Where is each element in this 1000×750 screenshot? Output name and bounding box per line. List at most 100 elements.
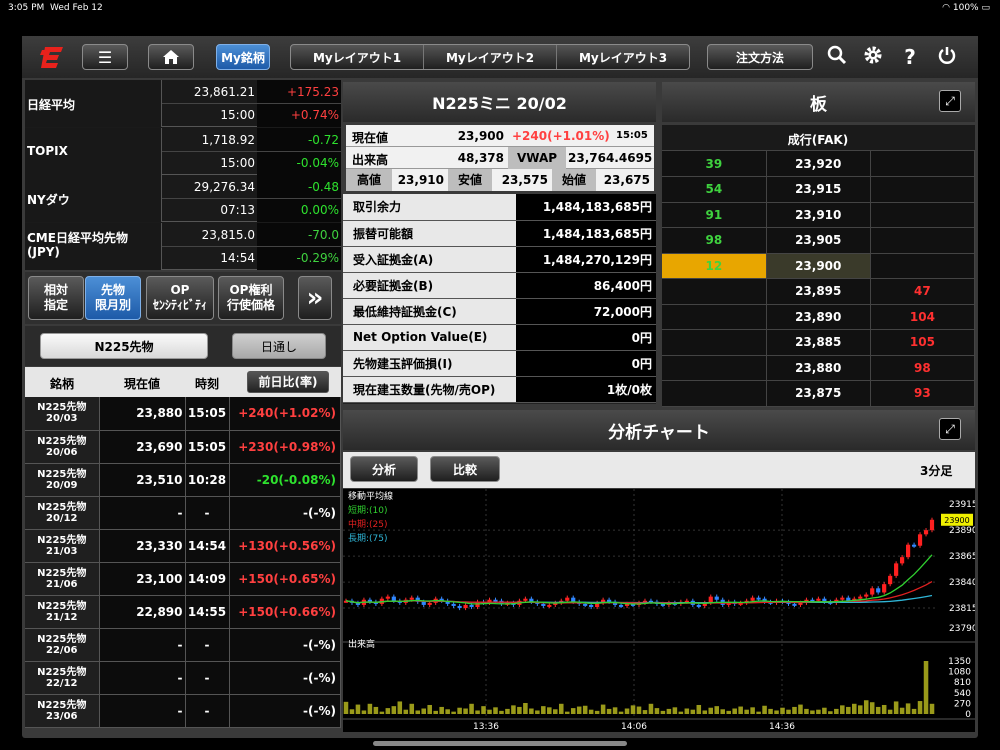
board-sell-qty: 39 (662, 151, 767, 177)
margin-value: 72,000円 (515, 298, 656, 325)
ma-title: 移動平均線 (348, 490, 393, 502)
volume-bar (738, 706, 743, 714)
help-icon[interactable]: ? (897, 45, 923, 71)
candle-body (894, 563, 899, 576)
candle-body (589, 604, 594, 607)
price-tick: 23840 (949, 578, 975, 588)
board-row[interactable]: 54 23,915 (662, 176, 976, 203)
table-row[interactable]: N225先物 20/09 23,510 10:28 -20(-0.08%) (25, 463, 341, 497)
volume-bar (834, 708, 839, 714)
candle-body (547, 604, 552, 607)
time-tick: 14:36 (769, 722, 795, 732)
volume-bar (547, 707, 552, 714)
future-change: -(-%) (229, 661, 341, 695)
table-row[interactable]: N225先物 21/06 23,100 14:09 +150(+0.65%) (25, 562, 341, 596)
table-row[interactable]: N225先物 20/06 23,690 15:05 +230(+0.98%) (25, 430, 341, 464)
volume-bar (816, 709, 821, 714)
board-row[interactable]: 91 23,910 (662, 202, 976, 228)
session-toggle[interactable]: 日通し (232, 333, 326, 359)
table-row[interactable]: N225先物 21/12 22,890 14:55 +150(+0.66%) (25, 595, 341, 629)
filter-button[interactable]: 先物 限月別 (85, 276, 141, 320)
table-row[interactable]: N225先物 23/06- - -(-%) (25, 694, 341, 728)
volume-bar (403, 709, 409, 714)
gear-icon[interactable] (860, 45, 886, 71)
future-symbol: N225先物 20/12 (25, 496, 100, 530)
open-value: 23,675 (603, 173, 650, 187)
tab-my-stocks[interactable]: My銘柄 (216, 44, 270, 70)
index-pct: 0.00% (300, 203, 339, 217)
candle-body (714, 596, 719, 600)
more-button[interactable]: » (298, 276, 332, 320)
tab-n225-futures[interactable]: N225先物 (40, 333, 208, 359)
search-icon[interactable] (824, 45, 850, 71)
home-button[interactable] (148, 44, 194, 70)
logo-icon[interactable] (38, 44, 68, 72)
power-icon[interactable] (934, 45, 960, 71)
future-price: 23,510 (99, 463, 186, 497)
volume-bar (642, 710, 648, 714)
filter-button[interactable]: 相対 指定 (28, 276, 84, 320)
order-method-button[interactable]: 注文方法 (707, 44, 813, 70)
future-price: - (99, 628, 186, 662)
table-row[interactable]: N225先物 20/12- - -(-%) (25, 496, 341, 530)
sort-change-button[interactable]: 前日比(率) (247, 371, 329, 393)
volume-bar (786, 709, 791, 714)
tab-layout-2[interactable]: Myレイアウト2 (424, 45, 557, 69)
candle-body (493, 599, 498, 602)
margin-value: 1,484,183,685円 (515, 194, 656, 221)
expand-chart-icon[interactable]: ⤢ (939, 418, 961, 440)
index-row[interactable]: CME日経平均先物 (JPY) 23,815.0 14:54 -70.0 -0.29% (25, 222, 341, 270)
index-row[interactable]: NYダウ 29,276.34 07:13 -0.48 0.00% (25, 175, 341, 222)
future-change: -20(-0.08%) (229, 463, 341, 497)
index-row[interactable]: TOPIX 1,718.92 15:00 -0.72 -0.04% (25, 127, 341, 175)
board-row[interactable]: 39 23,920 (662, 151, 976, 177)
volume-bar (373, 706, 379, 714)
volume-bar (869, 702, 875, 714)
board-buy-qty (870, 253, 976, 279)
board-row[interactable]: 23,875 93 (662, 380, 976, 407)
margin-row: 最低維持証拠金(C) 72,000円 (343, 298, 656, 325)
board-sell-qty (662, 380, 767, 407)
index-pct: -0.29% (296, 250, 339, 265)
board-row[interactable]: 12 23,900 (662, 253, 976, 279)
tab-layout-1[interactable]: Myレイアウト1 (291, 45, 424, 69)
board-row[interactable]: 23,895 47 (662, 278, 976, 305)
index-row[interactable]: 日経平均 23,861.21 15:00 +175.23 +0.74% (25, 80, 341, 127)
index-value: 23,861.21 (193, 85, 255, 99)
volume-bar (654, 708, 660, 714)
board-row[interactable]: 23,880 98 (662, 355, 976, 381)
tab-layout-3[interactable]: Myレイアウト3 (557, 45, 689, 69)
filter-button[interactable]: OP ｾﾝｼﾃｨﾋﾞﾃｨ (146, 276, 214, 320)
volume-bar (618, 711, 624, 714)
volume-bar (612, 707, 618, 714)
volume-bar (762, 705, 767, 714)
future-change: -(-%) (229, 496, 341, 530)
table-row[interactable]: N225先物 22/06- - -(-%) (25, 628, 341, 662)
time-tick: 14:06 (621, 722, 647, 732)
table-row[interactable]: N225先物 21/03 23,330 14:54 +130(+0.56%) (25, 529, 341, 563)
candle-body (840, 597, 845, 600)
volume-bar (397, 701, 403, 714)
table-row[interactable]: N225先物 22/12- - -(-%) (25, 661, 341, 695)
expand-board-icon[interactable]: ⤢ (939, 90, 961, 112)
filter-button[interactable]: OP権利 行使価格 (218, 276, 284, 320)
volume-bar (678, 711, 684, 714)
future-change: +240(+1.02%) (229, 397, 341, 431)
candle-body (816, 598, 821, 601)
board-row[interactable]: 98 23,905 (662, 227, 976, 254)
table-row[interactable]: N225先物 20/03 23,880 15:05 +240(+1.02%) (25, 397, 341, 431)
board-row[interactable]: 23,890 104 (662, 304, 976, 330)
board-row[interactable]: 23,885 105 (662, 329, 976, 356)
compare-button[interactable]: 比較 (430, 456, 500, 482)
volume-bar (630, 705, 636, 714)
volume-bar (804, 708, 809, 714)
analysis-chart: 23915 23890 23865 23840 23815 23790 1350 1080 81… (343, 489, 978, 732)
menu-button[interactable]: ☰ (82, 44, 128, 70)
volume-bar (690, 709, 696, 714)
candle-body (798, 602, 803, 605)
candle-body (469, 604, 474, 607)
analysis-button[interactable]: 分析 (350, 456, 418, 482)
volume-bar (852, 703, 857, 714)
candle-body (457, 605, 462, 609)
volume-bar (391, 706, 397, 714)
